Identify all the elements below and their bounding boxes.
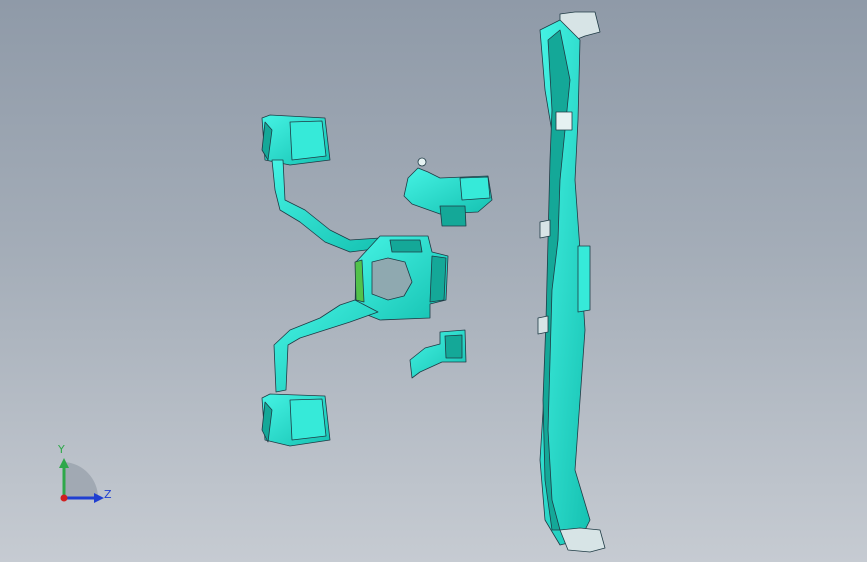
x-axis-dot [60, 494, 68, 502]
cross-car-beam[interactable] [537, 11, 606, 553]
graphics-viewport[interactable]: Y Z [0, 0, 867, 562]
coordinate-triad [59, 458, 104, 503]
triad-z-label: Z [104, 488, 112, 501]
model-scene[interactable] [0, 0, 867, 562]
duct-center-lower[interactable] [409, 329, 467, 379]
duct-center-upper[interactable] [403, 157, 493, 227]
triad-y-label: Y [58, 443, 65, 456]
